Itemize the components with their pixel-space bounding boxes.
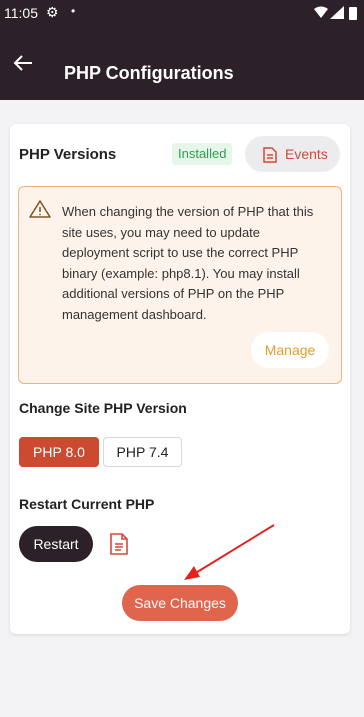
- notification-dot-icon: •: [71, 4, 76, 18]
- restart-button[interactable]: Restart: [19, 526, 93, 562]
- php-versions-title: PHP Versions: [19, 146, 117, 163]
- php-7-4-option[interactable]: PHP 7.4: [103, 437, 182, 467]
- installed-badge: Installed: [172, 143, 233, 165]
- battery-icon: [349, 7, 357, 20]
- document-icon[interactable]: [109, 533, 129, 555]
- php-8-0-option[interactable]: PHP 8.0: [19, 437, 99, 467]
- restart-title: Restart Current PHP: [19, 496, 155, 512]
- page-title: PHP Configurations: [64, 63, 234, 83]
- manage-button[interactable]: Manage: [251, 332, 329, 368]
- settings-gear-icon: ⚙: [46, 4, 59, 20]
- php-version-warning: When changing the version of PHP that th…: [18, 186, 342, 384]
- status-time: 11:05: [4, 5, 38, 21]
- warning-text: When changing the version of PHP that th…: [62, 204, 314, 322]
- warning-icon: [29, 200, 51, 218]
- app-bar: PHP Configurations: [0, 28, 364, 100]
- back-arrow-icon[interactable]: [12, 52, 34, 74]
- php-config-card: PHP Versions Installed Events When chang…: [10, 124, 350, 634]
- events-button[interactable]: Events: [245, 136, 340, 172]
- status-bar: 11:05 ⚙ •: [0, 0, 364, 28]
- save-changes-button[interactable]: Save Changes: [122, 585, 238, 621]
- document-icon: [263, 147, 277, 163]
- signal-icon: [330, 6, 344, 19]
- events-label: Events: [285, 146, 328, 162]
- wifi-icon: [314, 6, 328, 18]
- change-version-title: Change Site PHP Version: [19, 400, 187, 416]
